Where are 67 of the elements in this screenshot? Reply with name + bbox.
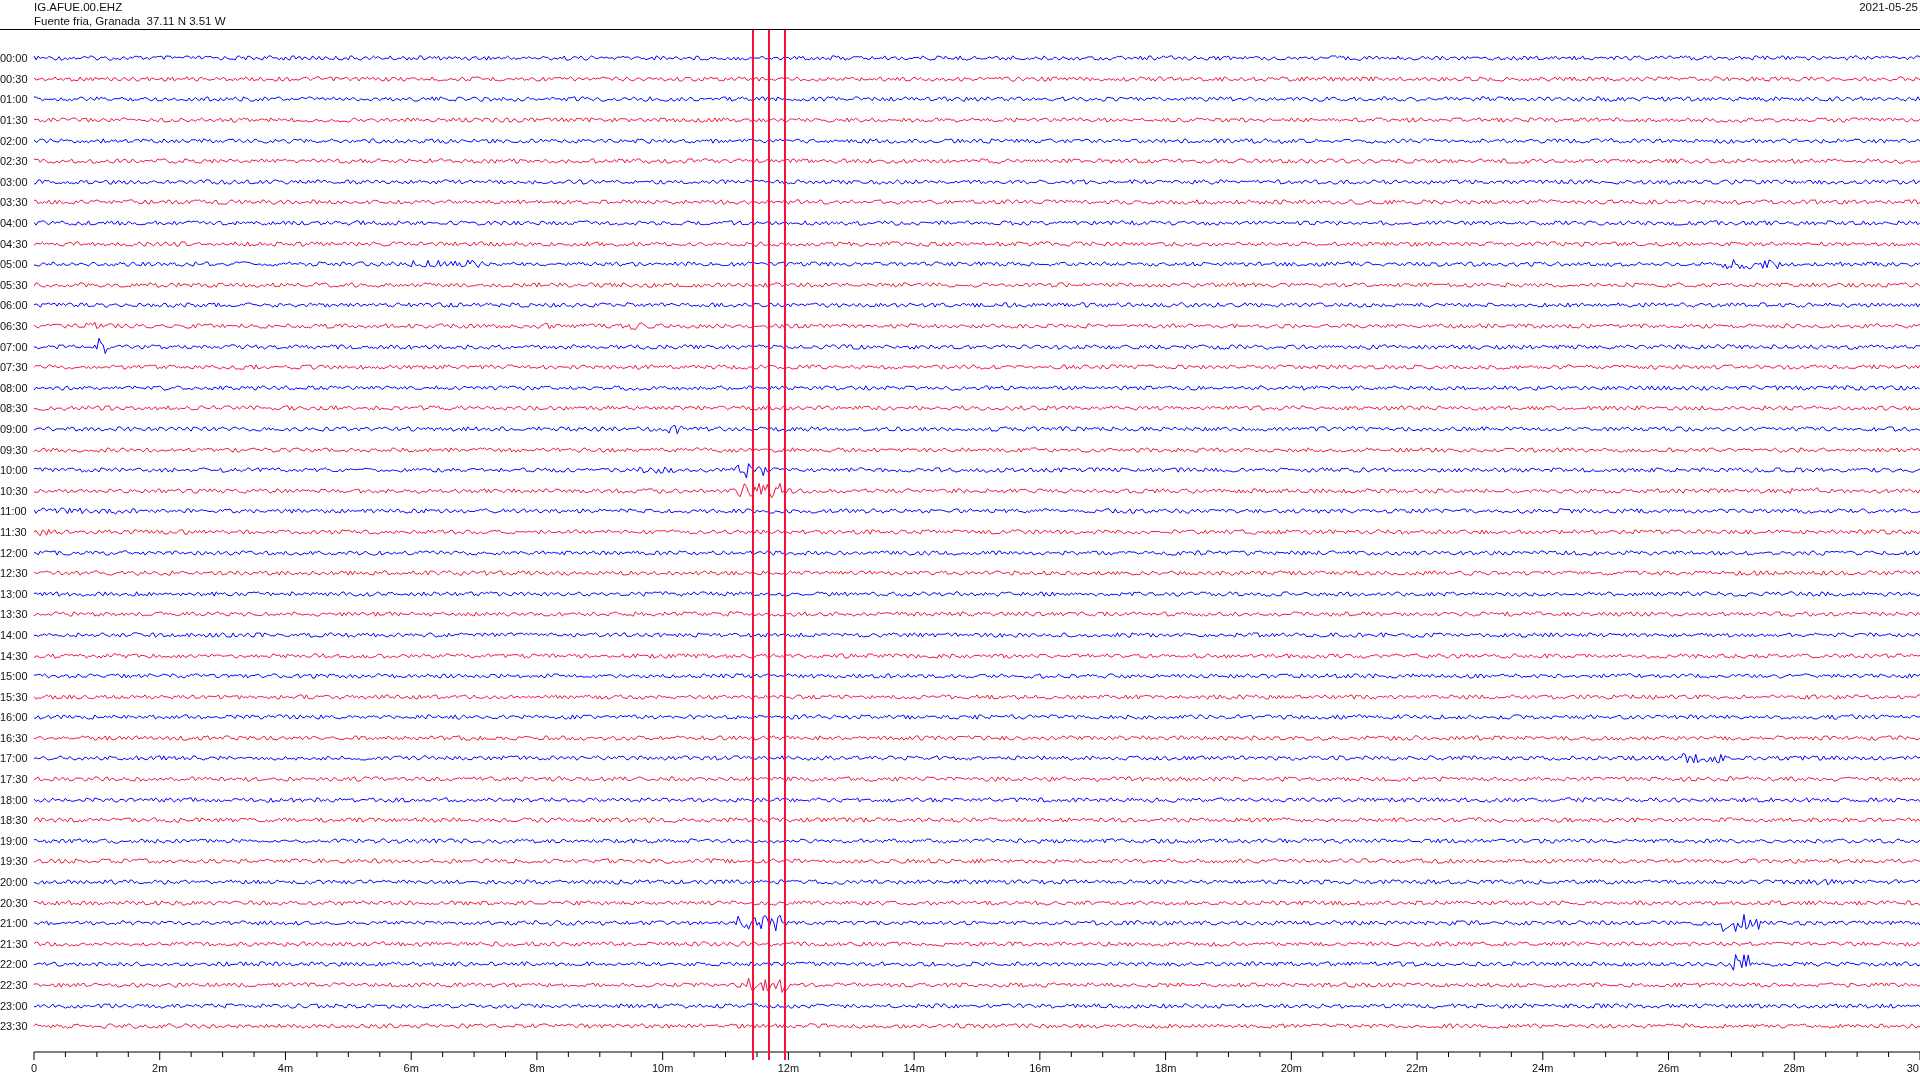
time-label: 01:00 [0,93,29,106]
time-label: 08:00 [0,381,29,394]
time-label: 15:00 [0,670,29,683]
axis-label: 26m [1657,1062,1680,1074]
time-label: 05:30 [0,278,29,291]
time-label: 18:30 [0,814,29,827]
time-label: 16:00 [0,711,29,724]
time-label: 06:30 [0,320,29,332]
time-label: 12:00 [0,546,29,559]
time-label: 04:00 [0,217,29,230]
time-label: 07:30 [0,361,29,374]
time-label: 18:00 [0,793,29,806]
time-label: 06:00 [0,299,29,312]
time-label: 20:30 [0,896,29,909]
time-label: 03:00 [0,175,29,188]
time-label: 02:30 [0,155,29,168]
time-label: 01:30 [0,114,29,127]
time-label: 23:30 [0,1020,29,1033]
axis-label: 14m [903,1062,925,1074]
time-label: 00:30 [0,72,29,85]
time-label: 08:30 [0,402,29,415]
time-label: 19:00 [0,834,29,847]
time-label: 05:00 [0,258,29,271]
axis-label: 0 [30,1062,38,1074]
station-location: Fuente fria, Granada 37.11 N 3.51 W [34,14,226,28]
time-label: 13:30 [0,608,29,621]
axis-label: 22m [1406,1062,1428,1074]
axis-label: 30 [1906,1062,1919,1074]
time-label: 03:30 [0,196,29,209]
axis-label: 16m [1029,1062,1051,1074]
time-label: 21:30 [0,937,29,950]
axis-label: 20m [1280,1062,1303,1074]
axis-label: 12m [777,1062,800,1074]
time-label: 10:00 [0,464,29,477]
axis-label: 4m [277,1062,294,1074]
time-label: 17:00 [0,752,29,765]
axis-label: 8m [529,1062,545,1074]
time-label: 15:30 [0,690,29,703]
time-label: 23:00 [0,999,29,1012]
time-label: 04:30 [0,237,29,250]
time-label: 17:30 [0,773,29,786]
time-label: 22:00 [0,958,29,971]
time-label: 21:00 [0,917,29,930]
time-label: 19:30 [0,855,29,868]
time-label: 11:30 [0,525,28,538]
time-label: 00:00 [0,52,29,65]
time-label: 02:00 [0,134,29,147]
time-label: 10:30 [0,484,29,497]
axis-label: 28m [1783,1062,1805,1074]
axis-label: 24m [1532,1062,1554,1074]
time-label: 20:00 [0,876,29,889]
time-label: 12:30 [0,567,29,580]
axis-label: 18m [1154,1062,1177,1074]
axis-label: 10m [651,1062,674,1074]
axis-label: 2m [152,1062,168,1074]
time-label: 13:00 [0,587,29,600]
time-label: 11:00 [0,505,28,518]
time-label: 14:30 [0,649,29,662]
plot-date: 2021-05-25 [1859,0,1919,15]
time-label: 14:00 [0,628,29,641]
axis-label: 6m [403,1062,419,1074]
time-label: 07:00 [0,340,29,353]
station-code: IG.AFUE.00.EHZ [34,0,124,14]
time-label: 09:00 [0,423,29,435]
time-label: 22:30 [0,979,29,991]
time-label: 16:30 [0,731,29,744]
time-label: 09:30 [0,443,29,456]
